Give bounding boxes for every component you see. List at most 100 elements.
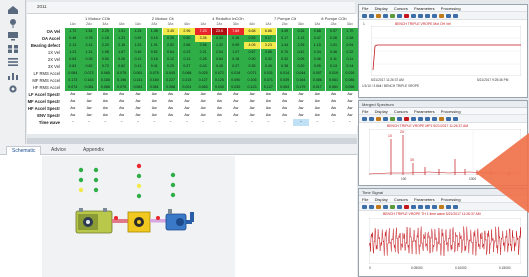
table-cell[interactable]: 1.01	[325, 42, 342, 49]
toolbar-button[interactable]	[376, 204, 381, 209]
table-cell[interactable]: 1.18	[97, 35, 114, 42]
table-cell[interactable]: 0.46	[325, 49, 342, 56]
table-cell[interactable]: 0.20	[293, 63, 309, 70]
toolbar-button[interactable]	[369, 116, 374, 121]
toolbar-button[interactable]	[418, 204, 423, 209]
table-cell[interactable]: 0.45	[211, 63, 228, 70]
table-cell[interactable]: 1.32	[211, 42, 228, 49]
table-cell[interactable]: 0.42	[293, 49, 309, 56]
table-cell[interactable]: 0.066	[97, 84, 114, 91]
toolbar-button[interactable]	[390, 204, 395, 209]
table-cell[interactable]: Aw	[130, 91, 146, 98]
table-cell[interactable]: Aw	[146, 112, 162, 119]
table-cell[interactable]: Aw	[325, 98, 342, 105]
table-cell[interactable]: 0.38	[342, 35, 358, 42]
menu-display[interactable]: Display	[375, 109, 388, 114]
table-cell[interactable]: 0.17	[276, 35, 293, 42]
table-cell[interactable]: Aw	[65, 105, 81, 112]
table-cell[interactable]: Aw	[293, 91, 309, 98]
table-cell[interactable]: 0.13	[130, 63, 146, 70]
table-cell[interactable]: 0.32	[276, 56, 293, 63]
table-cell[interactable]: 0.13	[179, 56, 195, 63]
toolbar-button[interactable]	[446, 204, 451, 209]
table-cell[interactable]: Aw	[179, 105, 195, 112]
table-cell[interactable]: 1.98	[97, 49, 114, 56]
toolbar-button[interactable]	[376, 13, 381, 18]
table-cell[interactable]: Aw	[276, 105, 293, 112]
toolbar-button[interactable]	[404, 13, 409, 18]
table-cell[interactable]: 1.13	[293, 35, 309, 42]
table-cell[interactable]: Aw	[260, 98, 277, 105]
toolbar-button[interactable]	[369, 204, 374, 209]
table-cell[interactable]: Aw	[309, 105, 325, 112]
table-cell[interactable]: Aw	[244, 112, 260, 119]
table-cell[interactable]: Aw	[195, 112, 211, 119]
menu-cursors[interactable]: Cursors	[394, 197, 408, 202]
table-cell[interactable]: 0.17	[260, 35, 277, 42]
table-cell[interactable]: Aw	[97, 98, 114, 105]
table-cell[interactable]: 0.127	[195, 77, 211, 84]
table-cell[interactable]: Aw	[309, 112, 325, 119]
table-cell[interactable]: 0.13	[130, 56, 146, 63]
menu-parameters[interactable]: Parameters	[414, 197, 435, 202]
table-cell[interactable]: 0.82	[81, 63, 97, 70]
table-cell[interactable]: 0.16	[228, 35, 244, 42]
toolbar-button[interactable]	[439, 116, 444, 121]
table-cell[interactable]: Aw	[113, 112, 130, 119]
toolbar-button[interactable]	[362, 116, 367, 121]
chart-icon[interactable]	[7, 71, 19, 81]
toolbar-button[interactable]	[404, 204, 409, 209]
table-cell[interactable]: 0.34	[309, 49, 325, 56]
table-cell[interactable]: Aw	[179, 91, 195, 98]
table-cell[interactable]: ~	[342, 119, 358, 126]
table-cell[interactable]: 0.46	[65, 35, 81, 42]
menu-file[interactable]: File	[362, 109, 368, 114]
table-cell[interactable]: 0.12	[162, 56, 179, 63]
table-cell[interactable]: Aw	[113, 91, 130, 98]
menu-processing[interactable]: Processing	[441, 197, 461, 202]
toolbar-button[interactable]	[369, 13, 374, 18]
table-cell[interactable]: 0.72	[97, 63, 114, 70]
table-cell[interactable]: 0.33	[211, 35, 228, 42]
table-cell[interactable]: 0.086	[342, 77, 358, 84]
table-cell[interactable]: 0.94	[342, 42, 358, 49]
table-cell[interactable]: Aw	[162, 91, 179, 98]
table-cell[interactable]: 0.52	[146, 49, 162, 56]
table-cell[interactable]: 0.27	[179, 63, 195, 70]
table-cell[interactable]: 0.141	[130, 77, 146, 84]
table-cell[interactable]: 3.23	[260, 42, 277, 49]
table-cell[interactable]: Aw	[146, 105, 162, 112]
table-cell[interactable]: Aw	[309, 91, 325, 98]
toolbar-button[interactable]	[432, 116, 437, 121]
table-cell[interactable]: 1.31	[81, 49, 97, 56]
toolbar-button[interactable]	[425, 116, 430, 121]
toolbar-button[interactable]	[397, 204, 402, 209]
table-cell[interactable]: Aw	[211, 98, 228, 105]
menu-file[interactable]: File	[362, 6, 368, 11]
table-cell[interactable]: 0.030	[211, 84, 228, 91]
table-cell[interactable]: 0.123	[244, 84, 260, 91]
table-cell[interactable]: 0.072	[211, 70, 228, 77]
toolbar-button[interactable]	[425, 13, 430, 18]
table-cell[interactable]: 0.28	[195, 56, 211, 63]
table-cell[interactable]: 0.044	[293, 70, 309, 77]
table-cell[interactable]: 0.62	[113, 63, 130, 70]
table-cell[interactable]: ~	[113, 119, 130, 126]
table-cell[interactable]: Aw	[195, 105, 211, 112]
table-cell[interactable]: 0.081	[81, 84, 97, 91]
table-cell[interactable]: 2.56	[179, 42, 195, 49]
table-cell[interactable]: ~	[81, 119, 97, 126]
table-cell[interactable]: Aw	[97, 112, 114, 119]
table-cell[interactable]: 0.67	[244, 49, 260, 56]
menu-parameters[interactable]: Parameters	[414, 109, 435, 114]
table-cell[interactable]: 0.071	[244, 70, 260, 77]
table-cell[interactable]: 6.68	[244, 28, 260, 35]
table-cell[interactable]: 0.64	[162, 49, 179, 56]
table-cell[interactable]: 0.88	[309, 28, 325, 35]
table-cell[interactable]: Aw	[293, 112, 309, 119]
menu-file[interactable]: File	[362, 197, 368, 202]
table-cell[interactable]: 2.13	[65, 42, 81, 49]
tab-schematic[interactable]: Schematic	[6, 146, 42, 155]
table-cell[interactable]: ~	[228, 119, 244, 126]
table-cell[interactable]: ~	[179, 119, 195, 126]
